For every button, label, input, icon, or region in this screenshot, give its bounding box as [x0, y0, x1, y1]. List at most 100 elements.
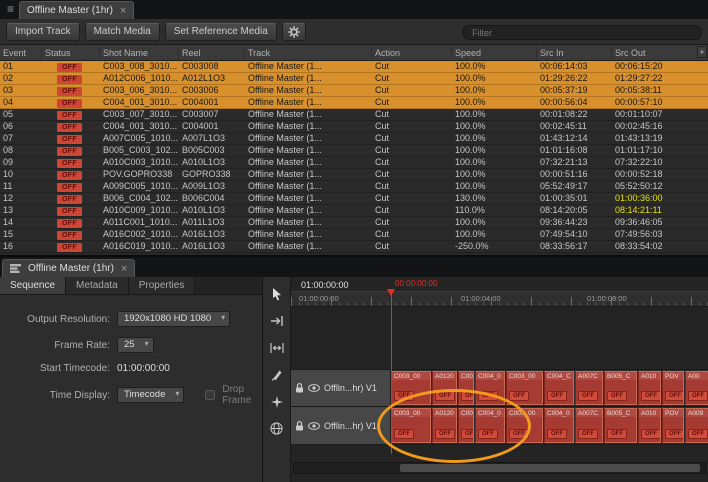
table-row[interactable]: 09OFFA010C003_1010...A010L1O3Offline Mas… [0, 157, 708, 169]
table-row[interactable]: 07OFFA007C005_1010...A007L1O3Offline Mas… [0, 133, 708, 145]
wand-tool-icon[interactable] [267, 393, 287, 410]
cell-shot-name: A010C003_1010... [100, 157, 179, 168]
timeline-clip[interactable]: C003_00OFF [506, 408, 543, 443]
cell-speed: -250.0% [452, 241, 537, 252]
start-timecode-value[interactable]: 01:00:00:00 [117, 363, 170, 374]
cell-reel: A011L1O3 [179, 217, 245, 228]
filter-input[interactable] [462, 25, 702, 40]
lock-icon[interactable] [295, 421, 304, 431]
close-icon[interactable]: × [120, 6, 126, 16]
table-scroll-up-button[interactable]: ▲ [697, 46, 707, 58]
timeline-clip[interactable]: B005_COFF [604, 371, 637, 405]
table-row[interactable]: 06OFFC004_001_3010...C004001Offline Mast… [0, 121, 708, 133]
table-row[interactable]: 02OFFA012C006_1010...A012L1O3Offline Mas… [0, 73, 708, 85]
timeline-clip[interactable]: A009OFF [685, 408, 708, 443]
cell-event: 13 [0, 205, 42, 216]
slip-slide-tool-icon[interactable] [267, 339, 287, 356]
settings-button[interactable] [282, 23, 306, 41]
gear-icon [288, 26, 300, 38]
panel-tab-metadata[interactable]: Metadata [66, 277, 129, 294]
timeline-clip[interactable]: C004_COFF [544, 371, 574, 405]
table-row[interactable]: 10OFFPOV.GOPRO338GOPRO338Offline Master … [0, 169, 708, 181]
cell-shot-name: A010C009_1010... [100, 205, 179, 216]
track-header[interactable]: Offlin...hr) V1 [291, 370, 391, 406]
table-row[interactable]: 05OFFC003_007_3010...C003007Offline Mast… [0, 109, 708, 121]
table-row[interactable]: 01OFFC003_008_3010...C003008Offline Mast… [0, 61, 708, 73]
timeline-clip[interactable]: C003_00OFF [391, 371, 431, 405]
column-header-reel[interactable]: Reel [179, 45, 245, 60]
cell-speed: 100.0% [452, 217, 537, 228]
track-name: Offlin...hr) V1 [324, 383, 377, 393]
timeline-clip[interactable]: A0120OFF [432, 371, 457, 405]
lock-icon[interactable] [295, 383, 304, 393]
cell-src-out: 01:29:27:22 [612, 73, 708, 84]
clip-off-badge: OFF [607, 429, 627, 439]
playhead[interactable] [391, 289, 392, 454]
column-header-action[interactable]: Action [372, 45, 452, 60]
timeline-clip[interactable]: B005_COFF [604, 408, 637, 443]
tab-offline-master-top[interactable]: Offline Master (1hr) × [19, 1, 134, 19]
column-header-track[interactable]: Track [245, 45, 372, 60]
panel-tab-sequence[interactable]: Sequence [0, 277, 66, 294]
table-row[interactable]: 14OFFA011C001_1010...A011L1O3Offline Mas… [0, 217, 708, 229]
horizontal-scrollbar[interactable] [293, 462, 706, 474]
timeline-clip[interactable]: C00OFF [458, 408, 474, 443]
tab-offline-master-bottom[interactable]: Offline Master (1hr) × [2, 259, 135, 277]
timeline-clip[interactable]: C003_00OFF [391, 408, 431, 443]
timeline-clip[interactable]: C004_0OFF [475, 408, 505, 443]
cell-action: Cut [372, 181, 452, 192]
table-row[interactable]: 03OFFC003_006_3010...C003006Offline Mast… [0, 85, 708, 97]
timeline-clip[interactable]: A007COFF [575, 408, 603, 443]
track-lane[interactable]: C003_00OFFA0120OFFC00OFFC004_0OFFC003_00… [391, 370, 708, 406]
output-resolution-dropdown[interactable]: 1920x1080 HD 1080 [117, 311, 230, 327]
timeline-clip[interactable]: C004_0OFF [475, 371, 505, 405]
table-row[interactable]: 12OFFB006_C004_102...B006C004Offline Mas… [0, 193, 708, 205]
frame-rate-dropdown[interactable]: 25 [117, 337, 154, 353]
column-header-src-out[interactable]: Src Out [612, 45, 708, 60]
column-header-shot-name[interactable]: Shot Name [100, 45, 179, 60]
hamburger-menu-icon[interactable]: ≡ [2, 0, 19, 19]
select-tool-icon[interactable] [267, 285, 287, 302]
column-header-src-in[interactable]: Src In [537, 45, 612, 60]
timeline-clip[interactable]: A00OFF [685, 371, 708, 405]
table-row[interactable]: 15OFFA016C002_1010...A016L1O3Offline Mas… [0, 229, 708, 241]
column-header-event[interactable]: Event [0, 45, 42, 60]
clip-off-badge: OFF [394, 391, 414, 401]
close-icon[interactable]: × [121, 264, 127, 274]
panel-tab-properties[interactable]: Properties [129, 277, 196, 294]
cell-speed: 100.0% [452, 229, 537, 240]
timeline-clip[interactable]: POVOFF [662, 408, 684, 443]
drop-frame-checkbox[interactable] [205, 390, 215, 400]
column-header-status[interactable]: Status [42, 45, 100, 60]
track-lane[interactable]: C003_00OFFA0120OFFC00OFFC004_0OFFC003_00… [391, 407, 708, 444]
table-row[interactable]: 11OFFA009C005_1010...A009L1O3Offline Mas… [0, 181, 708, 193]
timeline-clip[interactable]: A010OFF [638, 408, 661, 443]
timeline-clip[interactable]: A010OFF [638, 371, 661, 405]
timeline-ruler[interactable]: 01:00:00:0001:00:04:0001:00:08:00 [291, 291, 708, 307]
cell-event: 09 [0, 157, 42, 168]
timeline-clip[interactable]: A0120OFF [432, 408, 457, 443]
table-row[interactable]: 13OFFA010C009_1010...A010L1O3Offline Mas… [0, 205, 708, 217]
timeline-clip[interactable]: POVOFF [662, 371, 684, 405]
globe-tool-icon[interactable] [267, 420, 287, 437]
column-header-speed[interactable]: Speed [452, 45, 537, 60]
table-row[interactable]: 08OFFB005_C003_102...B005C003Offline Mas… [0, 145, 708, 157]
scrollbar-thumb[interactable] [400, 464, 700, 472]
time-display-dropdown[interactable]: Timecode [117, 387, 184, 403]
visibility-eye-icon[interactable] [308, 384, 320, 392]
track-header[interactable]: Offlin...hr) V1 [291, 407, 391, 444]
timeline-clip[interactable]: C00OFF [458, 371, 474, 405]
timeline-clip[interactable]: A007COFF [575, 371, 603, 405]
visibility-eye-icon[interactable] [308, 422, 320, 430]
match-media-button[interactable]: Match Media [85, 23, 160, 41]
clip-label: A007C [576, 409, 602, 417]
timeline-clip[interactable]: C003_00OFF [506, 371, 543, 405]
timeline-canvas[interactable]: 01:00:00:00 00:00:00:00 01:00:00:0001:00… [291, 277, 708, 482]
razor-tool-icon[interactable] [267, 366, 287, 383]
timeline-clip[interactable]: C004_0OFF [544, 408, 574, 443]
set-reference-media-button[interactable]: Set Reference Media [165, 23, 277, 41]
trim-tool-icon[interactable] [267, 312, 287, 329]
import-track-button[interactable]: Import Track [6, 23, 80, 41]
table-row[interactable]: 04OFFC004_001_3010...C004001Offline Mast… [0, 97, 708, 109]
table-row[interactable]: 16OFFA016C019_1010...A016L1O3Offline Mas… [0, 241, 708, 253]
